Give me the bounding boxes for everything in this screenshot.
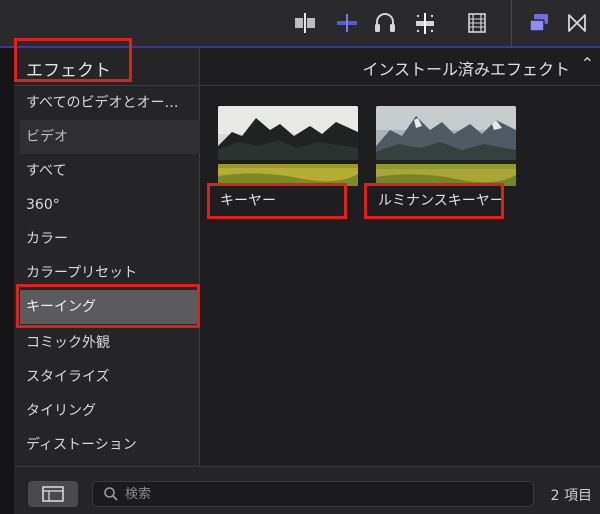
search-input[interactable] [125,484,525,504]
sidebar-toggle-button[interactable] [28,481,78,507]
search-field[interactable] [92,481,534,507]
sidebar-item-distortion[interactable]: ディストーション [20,428,200,462]
clip-trim-icon[interactable] [292,10,318,36]
sidebar-item-all-video-audio[interactable]: すべてのビデオとオー… [20,86,200,120]
transitions-browser-icon[interactable] [564,10,590,36]
browser-bottom-bar: 2 項目 [14,466,600,514]
sidebar-header: エフェクト [14,48,200,86]
effects-category-sidebar: エフェクト すべてのビデオとオー… ビデオ すべて 360° カラー カラープリ… [14,48,200,466]
snapping-icon[interactable] [412,10,438,36]
search-icon [104,487,118,501]
toolbar-divider [511,0,512,46]
sidebar-section-video: ビデオ [20,120,200,154]
effect-label-luma-keyer[interactable]: ルミナンスキーヤー [378,190,504,210]
sidebar-item-comic-looks[interactable]: コミック外観 [20,326,200,360]
installed-effects-filter[interactable]: インストール済みエフェクト [362,56,570,80]
effect-thumbnail-keyer[interactable] [218,106,358,186]
sidebar-item-360[interactable]: 360° [20,188,200,222]
sidebar-title: エフェクト [26,61,111,81]
sidebar-item-stylize[interactable]: スタイライズ [20,360,200,394]
effects-grid-panel: インストール済みエフェクト ⌃ キーヤー ルミナンスキーヤー [200,48,600,466]
skimming-icon[interactable] [334,10,360,36]
mountain-landscape-image [376,106,516,186]
effect-label-keyer[interactable]: キーヤー [220,190,276,210]
content-header: インストール済みエフェクト ⌃ [200,48,600,86]
effect-thumbnail-luma-keyer[interactable] [376,106,516,186]
sidebar-item-keying[interactable]: キーイング [20,290,200,324]
clip-appearance-icon[interactable] [464,10,490,36]
chevron-updown-icon[interactable]: ⌃ [581,54,594,73]
mountain-landscape-image [218,106,358,186]
sidebar-item-color-presets[interactable]: カラープリセット [20,256,200,290]
item-count: 2 項目 [550,488,592,504]
sidebar-layout-icon [42,486,64,502]
effects-browser-icon[interactable] [526,10,552,36]
browser-toolbar [0,0,600,48]
sidebar-item-all[interactable]: すべて [20,154,200,188]
audio-skimming-icon[interactable] [372,10,398,36]
sidebar-item-color[interactable]: カラー [20,222,200,256]
adjacent-window-edge [0,48,14,514]
sidebar-item-tiling[interactable]: タイリング [20,394,200,428]
